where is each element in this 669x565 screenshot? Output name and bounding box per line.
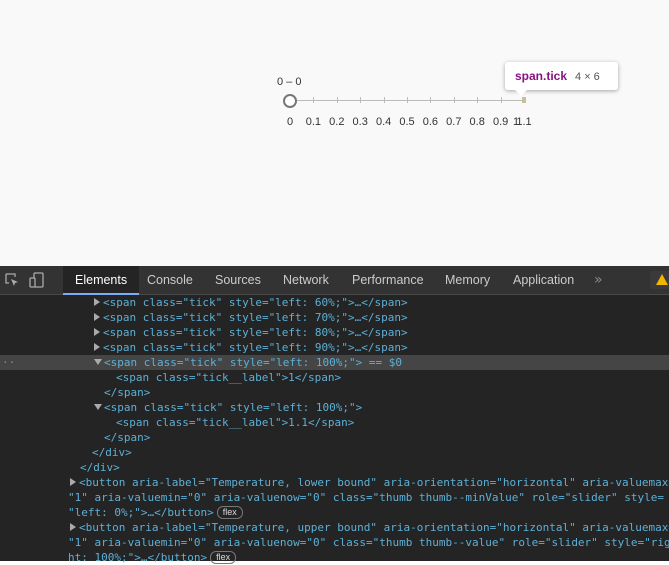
slider-tick-label: 0.2 [329,116,345,128]
slider-tick-label: 0.7 [446,116,462,128]
dom-node[interactable]: <span class="tick" style="left: 70%;">…<… [0,310,669,325]
tab-application[interactable]: Application [513,266,574,294]
slider-tick [407,97,408,103]
slider-tick-label: 0.1 [305,116,322,128]
flex-badge[interactable]: flex [216,506,243,519]
dom-node-continued[interactable]: ht: 100%;">…</button> flex [0,550,669,565]
dom-node[interactable]: <span class="tick" style="left: 100%;"> [0,400,669,415]
tooltip-dimensions: 4 × 6 [575,71,600,83]
slider-tick-label: 0.5 [399,116,415,128]
slider-tick [430,97,432,103]
dom-node[interactable]: </span> [0,385,669,400]
dom-node[interactable]: <span class="tick__label">1.1</span> [0,415,669,430]
expand-triangle-icon[interactable] [94,313,100,321]
expand-triangle-icon[interactable] [70,478,76,486]
tooltip-selector: span.tick [515,69,568,83]
expand-triangle-icon[interactable] [94,343,100,351]
slider-tick [477,97,479,103]
tab-memory[interactable]: Memory [445,266,490,294]
collapse-triangle-icon[interactable] [94,404,102,410]
dom-node[interactable]: <span class="tick" style="left: 80%;">…<… [0,325,669,340]
slider-tick-label: 0.3 [352,116,368,128]
dom-node[interactable]: <button aria-label="Temperature, lower b… [0,475,669,490]
devtools-tabbar: Elements Console Sources Network Perform… [0,266,669,295]
slider-tick [500,97,502,103]
tab-console[interactable]: Console [147,266,193,294]
slider-tick [313,97,315,103]
dom-node-selected[interactable]: ·· <span class="tick" style="left: 100%;"… [0,355,669,370]
slider-tick-label: 0.8 [469,116,485,128]
slider-tick [453,97,455,103]
dom-node[interactable]: </div> [0,460,669,475]
dom-node-continued[interactable]: "left: 0%;">…</button> flex [0,505,669,520]
tab-network[interactable]: Network [283,266,329,294]
range-value-label: 0 – 0 [277,76,302,88]
dom-node[interactable]: <span class="tick" style="left: 90%;">…<… [0,340,669,355]
slider-tick [360,97,362,103]
page-viewport: 0 – 0 0 0.1 0.2 0.3 0.4 0.5 0.6 0.7 0.8 0.9 1 1.1 s… [0,0,669,266]
slider-tick [336,97,338,103]
tab-sources[interactable]: Sources [215,266,261,294]
flex-badge[interactable]: flex [210,551,237,564]
slider-tick-label: 1.1 [516,116,532,128]
slider-tick-label: 0.6 [422,116,439,128]
expand-triangle-icon[interactable] [94,298,100,306]
inspected-element-highlight [522,97,526,103]
tab-performance[interactable]: Performance [352,266,424,294]
slider-tick-label: 0 [286,116,294,128]
tooltip-arrow [515,90,527,96]
warning-icon [656,274,668,285]
dom-node-continued[interactable]: "1" aria-valuemin="0" aria-valuenow="0" … [0,535,669,550]
expand-triangle-icon[interactable] [70,523,76,531]
slider-tick-label: 0.9 [492,116,509,128]
expand-triangle-icon[interactable] [94,328,100,336]
tab-elements[interactable]: Elements [63,266,140,295]
dom-node[interactable]: </span> [0,430,669,445]
dom-node[interactable]: <span class="tick__label">1</span> [0,370,669,385]
slider-tick-label: 0.4 [375,116,392,128]
slider-tick [383,97,385,103]
devtools-panel: Elements Console Sources Network Perform… [0,266,669,564]
collapse-triangle-icon[interactable] [94,359,102,365]
slider-lower-thumb[interactable] [283,94,297,108]
inspect-element-icon[interactable] [4,272,20,288]
selected-node-marker: ·· [2,356,16,369]
dom-node-continued[interactable]: "1" aria-valuemin="0" aria-valuenow="0" … [0,490,669,505]
dom-node[interactable]: </div> [0,445,669,460]
device-toolbar-icon[interactable] [29,272,45,288]
more-tabs-icon[interactable]: » [594,266,603,294]
dom-node[interactable]: <button aria-label="Temperature, upper b… [0,520,669,535]
dom-node[interactable]: <span class="tick" style="left: 60%;">…<… [0,295,669,310]
element-tooltip: span.tick 4 × 6 [505,62,618,90]
